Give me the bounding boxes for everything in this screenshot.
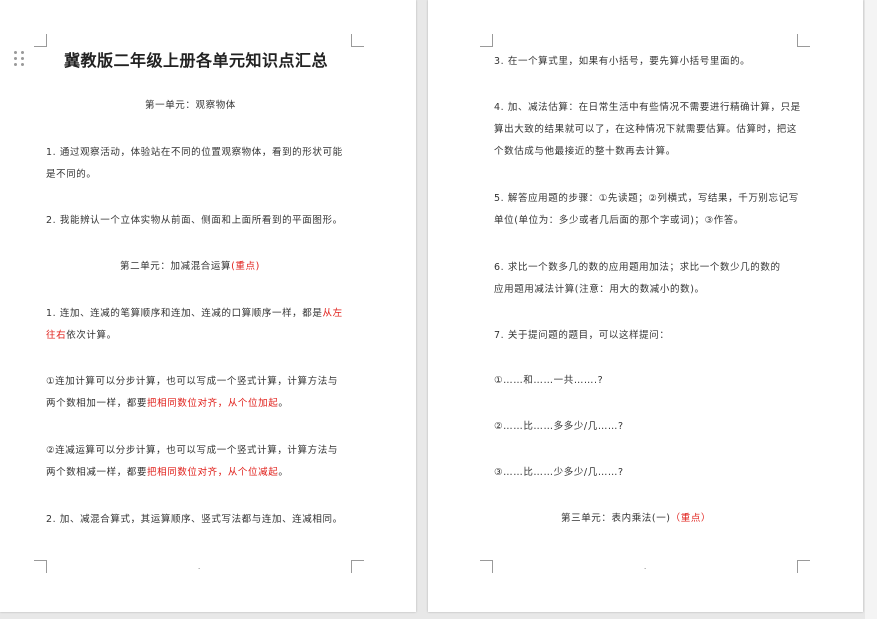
paragraph-line: 应用题用减法计算(注意：用大的数减小的数)。 — [494, 284, 705, 295]
unit1-heading: 第一单元：观察物体 — [145, 100, 236, 111]
text-run: 两个数相减一样，都要 — [46, 467, 148, 478]
unit2-heading-text: 第二单元：加减混合运算 — [120, 261, 232, 272]
highlighted-text: 从左 — [322, 308, 343, 319]
paragraph-line: 6. 求比一个数多几的数的应用题用加法；求比一个数少几的数的 — [494, 262, 781, 273]
page-number-mark: · — [198, 565, 201, 573]
unit3-heading: 第三单元：表内乘法(一)（重点） — [561, 510, 711, 524]
margin-corner-bottom-left — [480, 560, 493, 573]
margin-corner-top-left — [480, 34, 493, 47]
margin-corner-top-right — [351, 34, 364, 47]
margin-corner-bottom-left — [34, 560, 47, 573]
paragraph-line: 4. 加、减法估算：在日常生活中有些情况不需要进行精确计算，只是 — [494, 102, 801, 113]
unit3-key-tag: （重点） — [670, 513, 712, 524]
drag-handle-icon[interactable] — [14, 51, 26, 67]
unit2-key-tag: (重点) — [231, 261, 260, 272]
question-template: ③……比……少多少/几……? — [494, 467, 624, 478]
question-template: ①……和……一共…….? — [494, 375, 604, 386]
paragraph-line: 是不同的。 — [46, 169, 97, 180]
paragraph-line: 3. 在一个算式里，如果有小括号，要先算小括号里面的。 — [494, 56, 751, 67]
text-run: 。 — [278, 398, 289, 409]
paragraph-line: 往右依次计算。 — [46, 327, 117, 341]
document-page-right: 3. 在一个算式里，如果有小括号，要先算小括号里面的。 4. 加、减法估算：在日… — [428, 0, 863, 612]
margin-corner-bottom-right — [351, 560, 364, 573]
paragraph-line: ①连加计算可以分步计算，也可以写成一个竖式计算，计算方法与 — [46, 376, 338, 387]
paragraph-line: 1. 通过观察活动，体验站在不同的位置观察物体，看到的形状可能 — [46, 147, 343, 158]
margin-corner-top-left — [34, 34, 47, 47]
highlighted-text: 把相同数位对齐，从个位减起 — [147, 467, 279, 478]
margin-corner-bottom-right — [797, 560, 810, 573]
page-number-mark: · — [644, 565, 647, 573]
paragraph-line: 两个数相减一样，都要把相同数位对齐，从个位减起。 — [46, 464, 288, 478]
paragraph-line: 算出大致的结果就可以了，在这种情况下就需要估算。估算时，把这 — [494, 124, 798, 135]
paragraph-line: 1. 连加、连减的笔算顺序和连加、连减的口算顺序一样，都是从左 — [46, 305, 343, 319]
text-run: 。 — [278, 467, 289, 478]
text-run: 依次计算。 — [66, 330, 117, 341]
paragraph-line: 两个数相加一样，都要把相同数位对齐，从个位加起。 — [46, 395, 288, 409]
unit3-heading-text: 第三单元：表内乘法(一) — [561, 513, 671, 524]
paragraph-line: 个数估成与他最接近的整十数再去计算。 — [494, 146, 676, 157]
paragraph-line: 单位(单位为：多少或者几后面的那个字或词)；③作答。 — [494, 215, 745, 226]
highlighted-text: 把相同数位对齐，从个位加起 — [147, 398, 279, 409]
paragraph-line: 7. 关于提问题的题目，可以这样提问： — [494, 330, 670, 341]
highlighted-text: 往右 — [46, 330, 67, 341]
document-title: 冀教版二年级上册各单元知识点汇总 — [64, 51, 329, 70]
text-run: 两个数相加一样，都要 — [46, 398, 148, 409]
paragraph-line: 2. 我能辨认一个立体实物从前面、侧面和上面所看到的平面图形。 — [46, 215, 343, 226]
paragraph-line: ②连减运算可以分步计算，也可以写成一个竖式计算，计算方法与 — [46, 445, 338, 456]
scrollbar-track[interactable] — [865, 0, 877, 619]
unit2-heading: 第二单元：加减混合运算(重点) — [120, 258, 260, 272]
text-run: 1. 连加、连减的笔算顺序和连加、连减的口算顺序一样，都是 — [46, 308, 323, 319]
paragraph-line: 2. 加、减混合算式，其运算顺序、竖式写法都与连加、连减相同。 — [46, 514, 343, 525]
paragraph-line: 5. 解答应用题的步骤：①先读题；②列横式，写结果，千万别忘记写 — [494, 193, 799, 204]
margin-corner-top-right — [797, 34, 810, 47]
document-page-left: 冀教版二年级上册各单元知识点汇总 第一单元：观察物体 1. 通过观察活动，体验站… — [0, 0, 416, 612]
question-template: ②……比……多多少/几……? — [494, 421, 624, 432]
